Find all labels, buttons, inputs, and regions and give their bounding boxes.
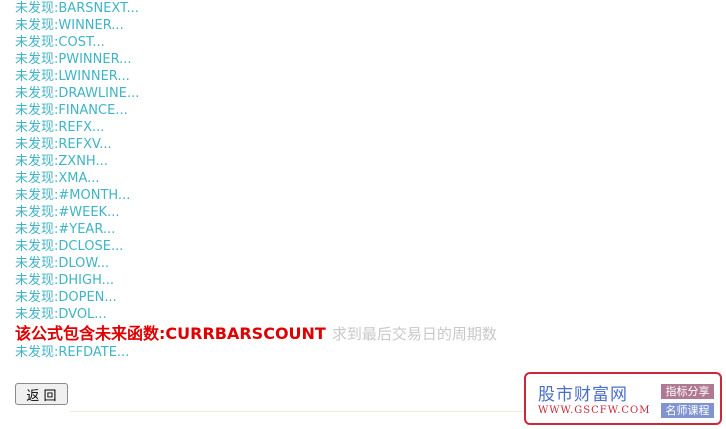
list-item: 未发现:COST... bbox=[15, 35, 105, 50]
list-item: 未发现:#MONTH... bbox=[15, 188, 131, 203]
back-button[interactable]: 返 回 bbox=[15, 383, 68, 405]
logo-tag-master-course: 名师课程 bbox=[661, 403, 714, 418]
list-item: 未发现:REFX... bbox=[15, 120, 105, 135]
list-item: 未发现:FINANCE... bbox=[15, 103, 128, 118]
list-item: 未发现:REFXV... bbox=[15, 137, 112, 152]
site-logo[interactable]: 股市财富网 WWW.GSCFW.COM 指标分享 名师课程 bbox=[524, 372, 722, 425]
warning-text: 该公式包含未来函数:CURRBARSCOUNT bbox=[15, 324, 326, 343]
list-item: 未发现:LWINNER... bbox=[15, 69, 130, 84]
list-item: 未发现:REFDATE... bbox=[15, 345, 130, 360]
list-item: 未发现:WINNER... bbox=[15, 18, 124, 33]
list-item: 未发现:ZXNH... bbox=[15, 154, 108, 169]
list-item: 未发现:DHIGH... bbox=[15, 273, 115, 288]
logo-name: 股市财富网 bbox=[538, 385, 628, 405]
list-item: 未发现:#WEEK... bbox=[15, 205, 120, 220]
list-item: 未发现:DOPEN... bbox=[15, 290, 117, 305]
function-check-list: 未发现:BARSNEXT... 未发现:WINNER... 未发现:COST..… bbox=[15, 0, 139, 323]
list-item: 未发现:DLOW... bbox=[15, 256, 110, 271]
list-item: 未发现:DVOL... bbox=[15, 307, 107, 322]
list-item: 未发现:XMA... bbox=[15, 171, 100, 186]
list-item: 未发现:DCLOSE... bbox=[15, 239, 124, 254]
logo-url: WWW.GSCFW.COM bbox=[538, 405, 651, 416]
list-item: 未发现:DRAWLINE... bbox=[15, 86, 140, 101]
logo-tag-indicator-share: 指标分享 bbox=[661, 384, 714, 399]
list-item: 未发现:PWINNER... bbox=[15, 52, 132, 67]
warning-description: 求到最后交易日的周期数 bbox=[331, 325, 497, 343]
list-item: 未发现:BARSNEXT... bbox=[15, 1, 139, 16]
future-function-warning: 该公式包含未来函数:CURRBARSCOUNT 求到最后交易日的周期数 bbox=[15, 324, 497, 344]
divider bbox=[70, 411, 525, 412]
list-item: 未发现:#YEAR... bbox=[15, 222, 116, 237]
